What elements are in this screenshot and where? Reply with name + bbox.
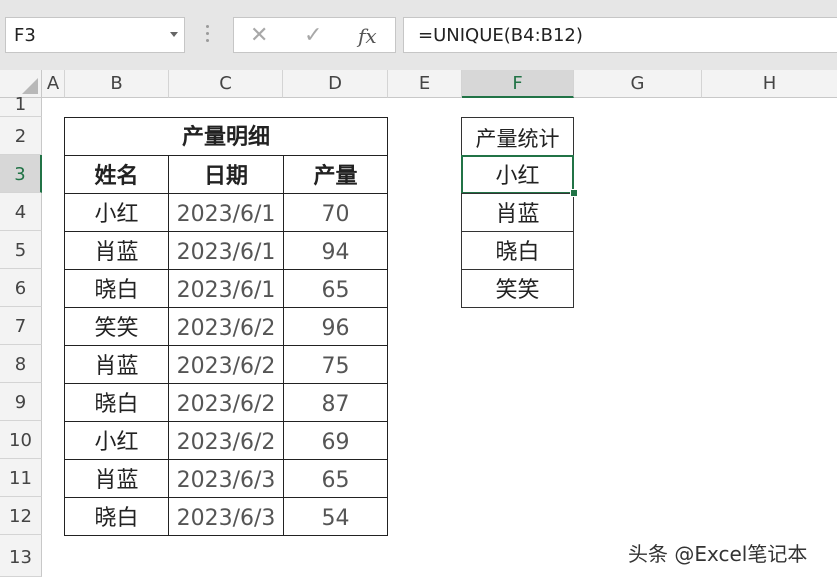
column-header-a[interactable]: A	[42, 70, 65, 98]
row-header-6[interactable]: 6	[0, 269, 42, 307]
table-cell[interactable]: 2023/6/1	[168, 269, 284, 308]
summary-cell[interactable]: 晓白	[461, 231, 574, 270]
summary-header-cell[interactable]: 产量统计	[461, 117, 574, 156]
row-header-11[interactable]: 11	[0, 459, 42, 497]
row-header-7[interactable]: 7	[0, 307, 42, 345]
row-header-10[interactable]: 10	[0, 421, 42, 459]
column-header-c[interactable]: C	[169, 70, 283, 98]
row-header-3[interactable]: 3	[0, 155, 42, 193]
row-header-8[interactable]: 8	[0, 345, 42, 383]
row-header-5[interactable]: 5	[0, 231, 42, 269]
row-header-1[interactable]: 1	[0, 96, 42, 117]
table-cell[interactable]: 2023/6/3	[168, 459, 284, 498]
summary-cell[interactable]: 笑笑	[461, 269, 574, 308]
table-cell[interactable]: 2023/6/2	[168, 421, 284, 460]
column-header-h[interactable]: H	[702, 70, 837, 98]
table-cell[interactable]: 晓白	[64, 497, 169, 536]
select-all-icon	[22, 78, 38, 94]
table-cell[interactable]: 2023/6/2	[168, 307, 284, 346]
table-cell[interactable]: 2023/6/2	[168, 383, 284, 422]
row-header-12[interactable]: 12	[0, 497, 42, 535]
table-cell[interactable]: 94	[283, 231, 388, 270]
header-name-cell[interactable]: 姓名	[64, 155, 169, 194]
table-cell[interactable]: 2023/6/2	[168, 345, 284, 384]
header-date-cell[interactable]: 日期	[168, 155, 284, 194]
table-cell[interactable]: 2023/6/1	[168, 231, 284, 270]
fill-handle[interactable]	[570, 189, 578, 197]
table-cell[interactable]: 肖蓝	[64, 231, 169, 270]
table-cell[interactable]: 65	[283, 459, 388, 498]
drag-handle-icon[interactable]	[206, 25, 210, 45]
table-cell[interactable]: 笑笑	[64, 307, 169, 346]
row-header-9[interactable]: 9	[0, 383, 42, 421]
formula-input[interactable]: =UNIQUE(B4:B12)	[403, 17, 837, 53]
check-icon[interactable]: ✓	[304, 23, 322, 48]
formula-bar: F3 ✕ ✓ fx =UNIQUE(B4:B12)	[0, 0, 837, 70]
table-cell[interactable]: 晓白	[64, 383, 169, 422]
chevron-down-icon[interactable]	[170, 32, 178, 37]
table-cell[interactable]: 87	[283, 383, 388, 422]
formula-text: =UNIQUE(B4:B12)	[418, 25, 583, 46]
header-output-cell[interactable]: 产量	[283, 155, 388, 194]
table-cell[interactable]: 肖蓝	[64, 459, 169, 498]
table-cell[interactable]: 小红	[64, 193, 169, 232]
table-cell[interactable]: 65	[283, 269, 388, 308]
column-header-g[interactable]: G	[574, 70, 702, 98]
table-cell[interactable]: 小红	[64, 421, 169, 460]
table-cell[interactable]: 96	[283, 307, 388, 346]
table-cell[interactable]: 54	[283, 497, 388, 536]
active-cell-f3[interactable]: 小红	[461, 155, 574, 194]
table-cell[interactable]: 2023/6/3	[168, 497, 284, 536]
table-cell[interactable]: 70	[283, 193, 388, 232]
table-cell[interactable]: 69	[283, 421, 388, 460]
formula-buttons: ✕ ✓ fx	[233, 17, 396, 53]
column-header-e[interactable]: E	[388, 70, 462, 98]
row-header-4[interactable]: 4	[0, 193, 42, 231]
table-title-cell[interactable]: 产量明细	[64, 117, 388, 156]
row-header-2[interactable]: 2	[0, 117, 42, 155]
table-cell[interactable]: 肖蓝	[64, 345, 169, 384]
summary-cell[interactable]: 肖蓝	[461, 193, 574, 232]
insert-function-button[interactable]: fx	[358, 24, 377, 48]
close-icon[interactable]: ✕	[250, 23, 268, 48]
column-header-f[interactable]: F	[462, 70, 574, 98]
watermark: 头条 @Excel笔记本	[628, 542, 808, 566]
table-cell[interactable]: 2023/6/1	[168, 193, 284, 232]
column-header-b[interactable]: B	[65, 70, 169, 98]
column-header-d[interactable]: D	[283, 70, 388, 98]
name-box[interactable]: F3	[5, 17, 185, 53]
table-cell[interactable]: 晓白	[64, 269, 169, 308]
table-cell[interactable]: 75	[283, 345, 388, 384]
row-header-13[interactable]: 13	[0, 535, 42, 577]
name-box-value: F3	[14, 25, 36, 46]
